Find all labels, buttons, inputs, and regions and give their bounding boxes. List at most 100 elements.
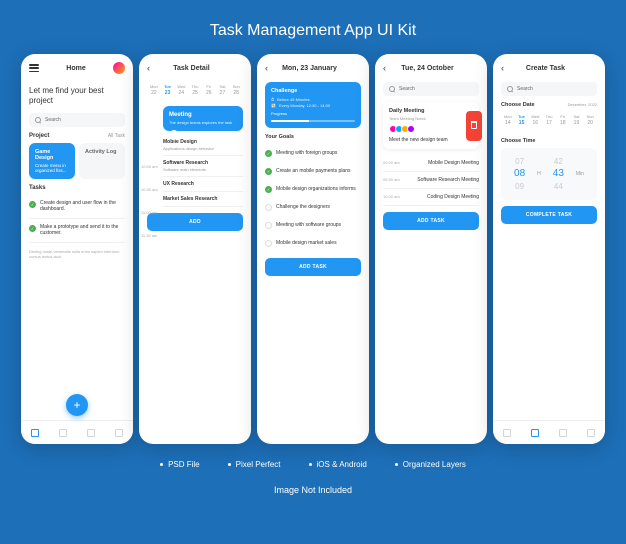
challenge-card[interactable]: Challenge ⏱Before 45 Minutes 🔁Every Mond…: [265, 82, 361, 128]
challenge-line: ⏱Before 45 Minutes: [271, 97, 355, 102]
avatar[interactable]: [113, 62, 125, 74]
daily-meeting-card[interactable]: Daily Meeting Team Meeting Notes Meet th…: [383, 102, 479, 149]
complete-task-button[interactable]: COMPLETE TASK: [501, 206, 597, 224]
nav-bell-icon[interactable]: [559, 429, 567, 437]
detail-item[interactable]: Software ResearchSoftware main elements: [163, 156, 243, 177]
day-num: 28: [229, 90, 243, 96]
detail-item[interactable]: Market Sales Research: [163, 192, 243, 207]
nav-home-icon[interactable]: [31, 429, 39, 437]
check-icon[interactable]: [265, 168, 272, 175]
meeting-card[interactable]: Meeting The design teams explores the ta…: [163, 106, 243, 131]
meeting-label: Software Research Meeting: [417, 177, 479, 183]
day-num: 19: [570, 120, 584, 126]
check-icon[interactable]: [265, 240, 272, 247]
bullet-icon: [309, 463, 312, 466]
nav-profile-icon[interactable]: [587, 429, 595, 437]
back-icon[interactable]: ‹: [501, 63, 504, 73]
feature-item: Organized Layers: [395, 460, 466, 469]
feature-item: PSD File: [160, 460, 200, 469]
bullet-icon: [395, 463, 398, 466]
search-input[interactable]: Search: [501, 82, 597, 96]
day-num: 24: [174, 90, 188, 96]
screen-goals: ‹ Mon, 23 January Challenge ⏱Before 45 M…: [257, 54, 369, 444]
meeting-desc: The design teams explores the task: [169, 120, 237, 125]
project-card-activity[interactable]: Activity Log: [79, 143, 125, 179]
goal-item[interactable]: Meeting with foreign groups: [265, 144, 361, 162]
page-title: Mon, 23 January: [282, 65, 337, 72]
bottom-nav: [21, 420, 133, 444]
search-input[interactable]: Search: [383, 82, 479, 96]
page-title: Tue, 24 October: [401, 65, 453, 72]
back-icon[interactable]: ‹: [147, 63, 150, 73]
time-picker[interactable]: 07 08 09 H 42 43 44 Min: [501, 148, 597, 200]
page-title: Task Detail: [173, 65, 209, 72]
daily-card-text: Meet the new design team: [389, 137, 473, 143]
nav-calendar-icon[interactable]: [531, 429, 539, 437]
goal-item[interactable]: Create an mobile payments plans: [265, 162, 361, 180]
week-selector[interactable]: Mon22 Tue23 Wed24 Thu25 Fri26 Sat27 Sun2…: [147, 82, 243, 102]
check-icon[interactable]: [29, 201, 36, 208]
day-name: Fri: [202, 84, 216, 89]
project-card-game-design[interactable]: Game Design Create menu in organized fis…: [29, 143, 75, 179]
picker-min-active: 43: [553, 167, 564, 181]
all-task-link[interactable]: All Task: [108, 133, 125, 139]
day-name: Sat: [216, 84, 230, 89]
week-selector[interactable]: Mon14 Tue15 Wed16 Thu17 Fri18 Sat19 Sun2…: [501, 112, 597, 132]
check-icon[interactable]: [265, 204, 272, 211]
progress-bar: [271, 120, 355, 122]
menu-icon[interactable]: [29, 64, 39, 72]
fab-add-button[interactable]: +: [66, 394, 88, 416]
meeting-label: Coding Design Meeting: [427, 194, 479, 200]
add-button[interactable]: ADD: [147, 213, 243, 231]
screen-home: Home Let me find your best project Searc…: [21, 54, 133, 444]
task-item[interactable]: Create design and user flow in the dashb…: [29, 195, 125, 219]
day-num: 25: [188, 90, 202, 96]
day-num: 26: [202, 90, 216, 96]
challenge-title: Challenge: [271, 88, 355, 94]
day-num: 20: [583, 120, 597, 126]
screen-schedule: ‹ Tue, 24 October Search Daily Meeting T…: [375, 54, 487, 444]
bullet-icon: [228, 463, 231, 466]
goal-text: Meeting with foreign groups: [276, 150, 337, 156]
day-name: Wed: [528, 114, 542, 119]
nav-bell-icon[interactable]: [87, 429, 95, 437]
nav-home-icon[interactable]: [503, 429, 511, 437]
day-num: 18: [556, 120, 570, 126]
nav-calendar-icon[interactable]: [59, 429, 67, 437]
time-row[interactable]: 09.30 amSoftware Research Meeting: [383, 172, 479, 189]
goal-item[interactable]: Mobile design organizations informs: [265, 180, 361, 198]
goal-item[interactable]: Mobile design market sales: [265, 234, 361, 252]
day-name: Tue: [515, 114, 529, 119]
page-title: Create Task: [526, 65, 565, 72]
day-name: Fri: [556, 114, 570, 119]
check-icon[interactable]: [265, 150, 272, 157]
goal-item[interactable]: Challenge the designers: [265, 198, 361, 216]
time-row[interactable]: 10.00 amCoding Design Meeting: [383, 189, 479, 206]
detail-item[interactable]: UX Research: [163, 177, 243, 192]
search-input[interactable]: Search: [29, 113, 125, 127]
add-task-button[interactable]: ADD TASK: [383, 212, 479, 230]
time-row[interactable]: 09.00 amMobile Design Meeting: [383, 155, 479, 172]
delete-button[interactable]: [466, 111, 482, 141]
nav-profile-icon[interactable]: [115, 429, 123, 437]
day-name: Mon: [501, 114, 515, 119]
check-icon[interactable]: [265, 222, 272, 229]
back-icon[interactable]: ‹: [265, 63, 268, 73]
day-name: Mon: [147, 84, 161, 89]
day-name: Sat: [570, 114, 584, 119]
day-name: Thu: [542, 114, 556, 119]
meeting-title: Meeting: [169, 112, 237, 118]
check-icon[interactable]: [265, 186, 272, 193]
day-num: 15: [515, 120, 529, 126]
back-icon[interactable]: ‹: [383, 63, 386, 73]
goal-item[interactable]: Meeting with software groups: [265, 216, 361, 234]
day-num: 16: [528, 120, 542, 126]
add-task-button[interactable]: ADD TASK: [265, 258, 361, 276]
project-card-title: Activity Log: [85, 149, 119, 155]
check-icon[interactable]: [29, 225, 36, 232]
detail-sub: Software main elements: [163, 167, 243, 172]
screen-task-detail: ‹ Task Detail Mon22 Tue23 Wed24 Thu25 Fr…: [139, 54, 251, 444]
task-item[interactable]: Make a prototype and send it to the cust…: [29, 219, 125, 243]
avatar-icon: [169, 130, 179, 140]
detail-title: Software Research: [163, 160, 243, 166]
